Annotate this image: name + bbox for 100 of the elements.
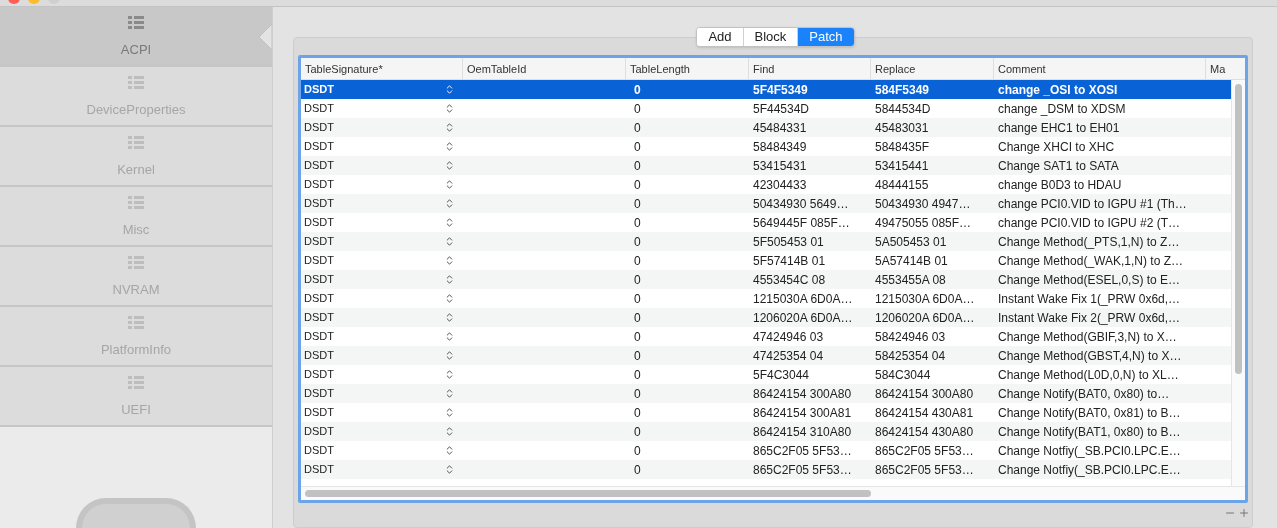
table-cell: Change Method(GBIF,3,N) to X… bbox=[998, 329, 1177, 344]
table-cell: Change Notify(BAT0, 0x81) to B… bbox=[998, 405, 1181, 420]
table-cell: Change Notfiy(_SB.PCI0.LPC.E… bbox=[998, 462, 1181, 477]
table-cell-text: DSDT bbox=[304, 82, 334, 98]
table-cell: 0 bbox=[634, 101, 641, 116]
table-cell: 0 bbox=[634, 329, 641, 344]
table-cell: 5F505453 01 bbox=[753, 234, 824, 249]
table-cell: change B0D3 to HDAU bbox=[998, 177, 1122, 192]
table-row[interactable]: DSDT 0 47425354 04 58425354 04 Change Method(GBST,4,N) to X… bbox=[301, 346, 1231, 365]
column-header[interactable]: Ma bbox=[1206, 58, 1231, 79]
stepper-icon[interactable] bbox=[444, 179, 455, 190]
table-cell: 5F4C3044 bbox=[753, 367, 810, 382]
table-cell: 0 bbox=[634, 158, 641, 173]
table-cell: Instant Wake Fix 1(_PRW 0x6d,… bbox=[998, 291, 1181, 306]
table-cell: change _DSM to XDSM bbox=[998, 101, 1126, 116]
add-icon[interactable] bbox=[1238, 507, 1250, 519]
table-cell: 0 bbox=[634, 348, 641, 363]
stepper-icon[interactable] bbox=[444, 445, 455, 456]
table-cell: 0 bbox=[634, 386, 641, 401]
stepper-icon[interactable] bbox=[444, 198, 455, 209]
table-cell-text: DSDT bbox=[304, 158, 334, 174]
table-row[interactable]: DSDT 0 865C2F05 5F53… 865C2F05 5F53… Change Notfiy(_SB.PCI0.LPC.E… bbox=[301, 460, 1231, 479]
table-cell-text: DSDT bbox=[304, 443, 334, 459]
segment-tab[interactable]: Add bbox=[697, 28, 743, 46]
vertical-scrollbar[interactable] bbox=[1231, 80, 1245, 486]
stepper-icon[interactable] bbox=[444, 84, 455, 95]
table-cell: 1206020A 6D0A… bbox=[875, 310, 975, 325]
table-cell: change PCI0.VID to IGPU #2 (T… bbox=[998, 215, 1181, 230]
segment-tab[interactable]: Block bbox=[742, 28, 798, 46]
list-icon bbox=[128, 16, 144, 30]
table-cell: 0 bbox=[634, 82, 641, 97]
table-cell: 0 bbox=[634, 462, 641, 477]
column-header[interactable]: Comment bbox=[994, 58, 1206, 79]
table-cell: 0 bbox=[634, 405, 641, 420]
stepper-icon[interactable] bbox=[444, 160, 455, 171]
table-cell: 58484349 bbox=[753, 139, 807, 154]
stepper-icon[interactable] bbox=[444, 331, 455, 342]
table-cell: 0 bbox=[634, 253, 641, 268]
table-cell: 50434930 4947… bbox=[875, 196, 971, 211]
table-row[interactable]: DSDT 0 45484331 45483031 change EHC1 to EH01 bbox=[301, 118, 1231, 137]
table-cell: 86424154 300A80 bbox=[753, 386, 852, 401]
segment-tab[interactable]: Patch bbox=[797, 28, 854, 46]
stepper-icon[interactable] bbox=[444, 388, 455, 399]
table-cell: 86424154 430A80 bbox=[875, 424, 974, 439]
table-row[interactable]: DSDT 0 86424154 300A80 86424154 300A80 Change Notify(BAT0, 0x80) to… bbox=[301, 384, 1231, 403]
stepper-icon[interactable] bbox=[444, 217, 455, 228]
table-cell: 58425354 04 bbox=[875, 348, 946, 363]
table-cell: 45484331 bbox=[753, 120, 807, 135]
table-row[interactable]: DSDT 0 5F4F5349 584F5349 change _OSI to XOSI bbox=[301, 80, 1231, 99]
table-row[interactable]: DSDT 0 86424154 310A80 86424154 430A80 Change Notify(BAT1, 0x80) to B… bbox=[301, 422, 1231, 441]
table-cell: 49475055 085F… bbox=[875, 215, 972, 230]
table-row[interactable]: DSDT 0 53415431 53415441 Change SAT1 to SATA bbox=[301, 156, 1231, 175]
table-cell: 1215030A 6D0A… bbox=[753, 291, 853, 306]
stepper-icon[interactable] bbox=[444, 312, 455, 323]
stepper-icon[interactable] bbox=[444, 122, 455, 133]
table-cell: 0 bbox=[634, 272, 641, 287]
stepper-icon[interactable] bbox=[444, 350, 455, 361]
table-cell: Change Method(L0D,0,N) to XL… bbox=[998, 367, 1179, 382]
table-cell: 53415431 bbox=[753, 158, 807, 173]
table-cell: 50434930 5649… bbox=[753, 196, 849, 211]
column-header[interactable]: TableLength bbox=[626, 58, 749, 79]
stepper-icon[interactable] bbox=[444, 141, 455, 152]
list-icon bbox=[128, 256, 144, 270]
table-cell: Change XHCI to XHC bbox=[998, 139, 1115, 154]
table-row[interactable]: DSDT 0 4553454C 08 4553455A 08 Change Method(ESEL,0,S) to E… bbox=[301, 270, 1231, 289]
column-header[interactable]: Replace bbox=[871, 58, 994, 79]
stepper-icon[interactable] bbox=[444, 274, 455, 285]
stepper-icon[interactable] bbox=[444, 369, 455, 380]
horizontal-scrollbar[interactable] bbox=[301, 486, 1245, 500]
table-cell: 865C2F05 5F53… bbox=[753, 443, 852, 458]
table-cell: 5A505453 01 bbox=[875, 234, 947, 249]
stepper-icon[interactable] bbox=[444, 236, 455, 247]
table-cell: 0 bbox=[634, 310, 641, 325]
column-header[interactable]: TableSignature* bbox=[301, 58, 463, 79]
table-cell-text: DSDT bbox=[304, 139, 334, 155]
stepper-icon[interactable] bbox=[444, 103, 455, 114]
table-cell: 4553455A 08 bbox=[875, 272, 946, 287]
table-cell: 5F4F5349 bbox=[753, 82, 808, 97]
table-row[interactable]: DSDT 0 50434930 5649… 50434930 4947… change PCI0.VID to IGPU #1 (Th… bbox=[301, 194, 1231, 213]
table-row[interactable]: DSDT 0 5F505453 01 5A505453 01 Change Method(_PTS,1,N) to Z… bbox=[301, 232, 1231, 251]
table-cell: change EHC1 to EH01 bbox=[998, 120, 1120, 135]
list-icon bbox=[128, 376, 144, 390]
stepper-icon[interactable] bbox=[444, 426, 455, 437]
table-cell-text: DSDT bbox=[304, 367, 334, 383]
table-row[interactable]: DSDT 0 1206020A 6D0A… 1206020A 6D0A… Instant Wake Fix 2(_PRW 0x6d,… bbox=[301, 308, 1231, 327]
stepper-icon[interactable] bbox=[444, 293, 455, 304]
list-icon bbox=[128, 136, 144, 150]
table-cell-text: DSDT bbox=[304, 291, 334, 307]
column-header[interactable]: OemTableId bbox=[463, 58, 626, 79]
stepper-icon[interactable] bbox=[444, 407, 455, 418]
column-header[interactable]: Find bbox=[749, 58, 871, 79]
table-cell: change PCI0.VID to IGPU #1 (Th… bbox=[998, 196, 1187, 211]
stepper-icon[interactable] bbox=[444, 255, 455, 266]
table-cell-text: DSDT bbox=[304, 462, 334, 478]
stepper-icon[interactable] bbox=[444, 464, 455, 475]
table-cell: 53415441 bbox=[875, 158, 929, 173]
table-cell-text: DSDT bbox=[304, 177, 334, 193]
table-cell: 0 bbox=[634, 443, 641, 458]
table-cell: 48444155 bbox=[875, 177, 929, 192]
table-cell-text: DSDT bbox=[304, 329, 334, 345]
